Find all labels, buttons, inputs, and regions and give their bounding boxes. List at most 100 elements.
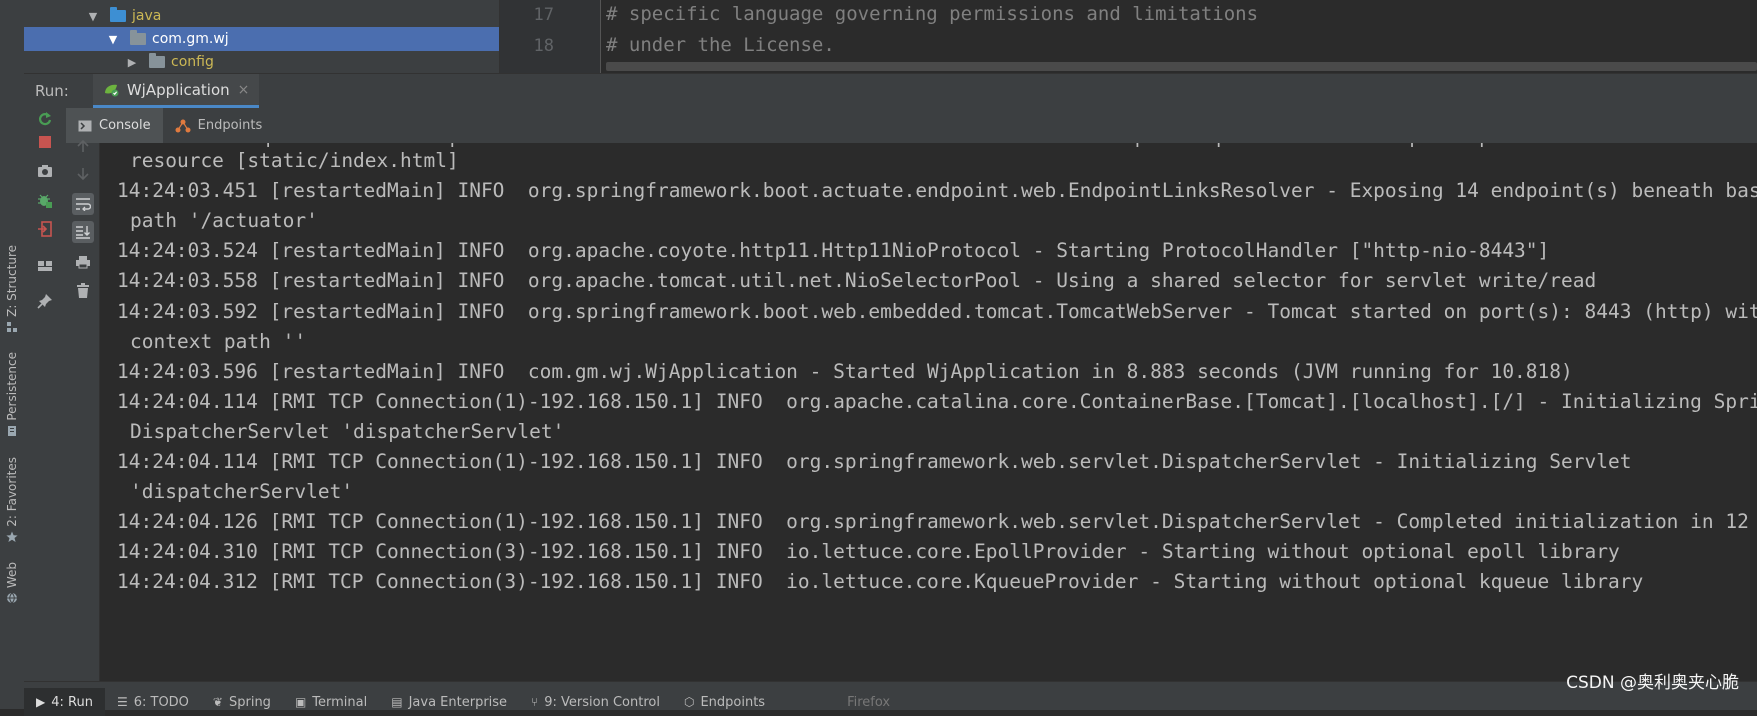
arrow-down-icon [77, 168, 89, 181]
run-panel-header: Run: WjApplication × [24, 73, 1757, 109]
stop-button[interactable] [34, 131, 56, 153]
bottom-tab-spring[interactable]: ❦ Spring [201, 688, 283, 716]
terminal-icon: ▣ [294, 695, 307, 709]
soft-wrap-toggle[interactable] [72, 193, 94, 215]
debug-button[interactable] [34, 190, 56, 212]
log-line: 14:24:03.524 [restartedMain] INFO org.ap… [117, 239, 1550, 263]
bottom-tab-4-run[interactable]: ▶ 4: Run [24, 688, 105, 716]
tab-console-label: Console [99, 118, 151, 133]
bottom-tab-label: Firefox [847, 694, 891, 710]
run-config-tab[interactable]: WjApplication × [92, 74, 260, 108]
9-version-control-icon: ⑂ [531, 695, 539, 709]
structure-tab[interactable]: Z: Structure [1, 245, 23, 333]
expand-arrow-icon[interactable]: ▼ [106, 33, 120, 46]
spring-icon: ❦ [212, 695, 223, 709]
camera-icon [38, 165, 52, 177]
rerun-icon [38, 112, 52, 126]
source-folder-icon [110, 7, 126, 22]
line-number-gutter: 17 18 [500, 0, 601, 73]
csdn-watermark: CSDN @奥利奥夹心脆 [1566, 673, 1739, 693]
trash-icon [77, 283, 89, 298]
bottom-tab-label: Endpoints [700, 694, 766, 710]
run-label: Run: [35, 82, 69, 100]
layout-icon [38, 261, 52, 271]
soft-wrap-icon [76, 198, 91, 211]
log-line: 14:24:04.114 [RMI TCP Connection(1)-192.… [117, 450, 1632, 473]
log-continuation-line: DispatcherServlet 'dispatcherServlet' [130, 419, 565, 443]
left-tool-strip: Z: Structure Persistence 2: Favorites We… [0, 0, 25, 709]
web-icon [7, 592, 17, 604]
tab-endpoints[interactable]: Endpoints [163, 108, 275, 143]
horizontal-scrollbar[interactable] [606, 62, 1757, 71]
bottom-tab-firefox[interactable]: Firefox [835, 688, 902, 716]
scroll-to-end-toggle[interactable] [72, 221, 94, 243]
screenshot-button[interactable] [34, 160, 56, 182]
code-editor[interactable]: 17 18 # specific language governing perm… [499, 0, 1757, 73]
arrow-up-icon [77, 139, 89, 152]
log-line: 14:24:03.596 [restartedMain] INFO com.gm… [117, 359, 1573, 383]
run-actions-toolbar [24, 108, 67, 681]
6-todo-icon: ☰ [116, 695, 128, 709]
persistence-tab[interactable]: Persistence [1, 352, 23, 437]
run-tool-tabs: Console Endpoints [66, 108, 1757, 144]
bottom-tab-9-version-control[interactable]: ⑂ 9: Version Control [519, 688, 672, 716]
bottom-tab-terminal[interactable]: ▣ Terminal [283, 688, 379, 716]
log-continuation-line: resource [static/index.html] [130, 149, 459, 172]
print-icon [76, 256, 90, 269]
bottom-tool-window-bar: ▶ 4: Run ☰ 6: TODO ❦ Spring ▣ Terminal ▤ Java Ent… [24, 681, 1757, 716]
clear-all-button[interactable] [72, 280, 94, 302]
console-output[interactable]: _________[_______________]______________… [100, 143, 1757, 681]
pin-icon [37, 294, 52, 309]
bottom-tab-6-todo[interactable]: ☰ 6: TODO [105, 688, 201, 716]
persistence-icon [8, 425, 16, 436]
web-tab[interactable]: Web [1, 562, 23, 604]
log-line: 14:24:03.451 [restartedMain] INFO org.sp… [117, 179, 1757, 203]
console-actions-toolbar [66, 139, 100, 681]
endpoints-icon [175, 119, 191, 132]
tab-endpoints-label: Endpoints [197, 118, 263, 133]
stop-icon [39, 136, 51, 148]
endpoints-icon: ⬡ [683, 695, 695, 709]
star-icon [6, 531, 18, 542]
bottom-tab-label: 9: Version Control [544, 694, 660, 710]
scroll-to-end-icon [76, 226, 90, 239]
java-enterprise-icon: ▤ [391, 695, 403, 709]
log-continuation-line: 'dispatcherServlet' [130, 480, 354, 504]
bottom-tab-java-enterprise[interactable]: ▤ Java Enterprise [379, 688, 519, 716]
favorites-tab-label: 2: Favorites [5, 457, 19, 527]
structure-tab-label: Z: Structure [5, 245, 19, 317]
project-tree: ▼ java ▼ com.gm.wj ▶ config [24, 0, 499, 73]
close-icon[interactable]: × [238, 82, 250, 98]
exit-button[interactable] [34, 218, 56, 240]
web-tab-label: Web [5, 562, 19, 589]
rerun-button[interactable] [34, 108, 56, 130]
pin-button[interactable] [34, 290, 56, 312]
favorites-tab[interactable]: 2: Favorites [1, 457, 23, 543]
collapse-arrow-icon[interactable]: ▶ [125, 56, 139, 69]
line-number: 17 [533, 5, 554, 25]
log-line: 14:24:04.126 [RMI TCP Connection(1)-192.… [117, 510, 1757, 534]
line-number: 18 [533, 36, 554, 56]
layout-button[interactable] [34, 255, 56, 277]
bottom-tab-label: 4: Run [51, 694, 93, 710]
log-line: 14:24:03.558 [restartedMain] INFO org.ap… [117, 269, 1597, 293]
bottom-tab-endpoints[interactable]: ⬡ Endpoints [672, 688, 777, 716]
up-stack-button[interactable] [72, 135, 94, 157]
structure-icon [7, 321, 17, 332]
expand-arrow-icon[interactable]: ▼ [86, 10, 100, 23]
code-comment-line: # under the License. [606, 34, 835, 56]
clipped-previous-line: _________[_______________]______________… [160, 143, 1757, 147]
bug-icon [38, 194, 52, 208]
tree-item-label: java [132, 8, 162, 24]
down-stack-button[interactable] [72, 163, 94, 185]
tree-item-com-gm-wj[interactable]: ▼ com.gm.wj [24, 27, 499, 51]
tree-item-config[interactable]: ▶ config [24, 50, 499, 73]
tree-item-label: config [171, 54, 214, 70]
tree-item-java[interactable]: ▼ java [24, 4, 499, 28]
exit-icon [38, 221, 52, 237]
bottom-tab-label: Spring [228, 694, 271, 710]
print-button[interactable] [72, 251, 94, 273]
code-comment-line: # specific language governing permission… [606, 3, 1259, 25]
log-line: 14:24:04.114 [RMI TCP Connection(1)-192.… [117, 389, 1757, 413]
persistence-tab-label: Persistence [5, 352, 19, 421]
